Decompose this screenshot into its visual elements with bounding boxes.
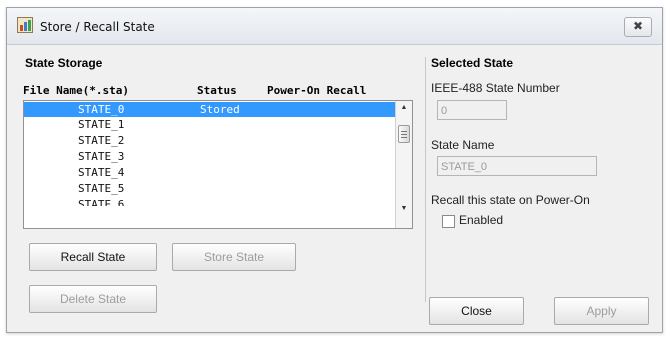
list-item[interactable]: STATE_3 [24,149,395,164]
selected-state-heading: Selected State [431,56,514,70]
list-item[interactable]: STATE_5 [24,181,395,196]
store-state-button[interactable]: Store State [172,243,296,271]
state-list[interactable]: STATE_0 Stored STATE_1 STATE_2 STATE_3 S… [23,100,413,229]
state-name-field[interactable]: STATE_0 [437,156,597,176]
ieee-state-number-field[interactable]: 0 [437,100,507,120]
column-power-on-recall: Power-On Recall [267,84,367,97]
scroll-down-arrow-icon[interactable]: ▼ [398,205,410,212]
grip-line [401,134,407,135]
window-title: Store / Recall State [40,20,155,34]
state-name: STATE_2 [78,134,125,147]
close-icon: ✖ [632,19,644,33]
column-status: Status [197,84,237,97]
dialog-window: Store / Recall State ✖ State Storage Fil… [6,7,663,333]
apply-button[interactable]: Apply [554,297,649,325]
enabled-label[interactable]: Enabled [459,213,503,227]
state-status: Stored [200,103,240,116]
state-name: STATE_6 [78,198,125,206]
state-storage-heading: State Storage [25,56,103,70]
state-name: STATE_5 [78,182,125,195]
recall-state-button[interactable]: Recall State [29,243,157,271]
enabled-checkbox[interactable] [442,215,455,228]
grip-line [401,131,407,132]
ieee-state-number-label: IEEE-488 State Number [431,81,560,95]
scroll-up-arrow-icon[interactable]: ▲ [398,104,410,111]
close-window-button[interactable]: ✖ [624,17,652,37]
delete-state-button[interactable]: Delete State [29,285,157,313]
scroll-thumb[interactable] [398,125,410,143]
list-item[interactable]: STATE_1 [24,117,395,132]
list-item[interactable]: STATE_4 [24,165,395,180]
state-name: STATE_3 [78,150,125,163]
list-item[interactable]: STATE_2 [24,133,395,148]
grip-line [401,137,407,138]
list-item[interactable]: STATE_6 [24,197,395,206]
list-item[interactable]: STATE_0 Stored [24,102,395,117]
title-bar[interactable]: Store / Recall State ✖ [7,8,662,45]
recall-on-power-on-label: Recall this state on Power-On [431,193,590,207]
column-file-name: File Name(*.sta) [23,84,129,97]
panel-divider [425,57,426,302]
list-scrollbar[interactable]: ▲ ▼ [395,101,412,228]
close-button[interactable]: Close [429,297,524,325]
state-name: STATE_0 [78,103,125,116]
state-name: STATE_1 [78,118,125,131]
state-name-label: State Name [431,138,495,152]
state-name: STATE_4 [78,166,125,179]
app-icon [17,17,33,33]
